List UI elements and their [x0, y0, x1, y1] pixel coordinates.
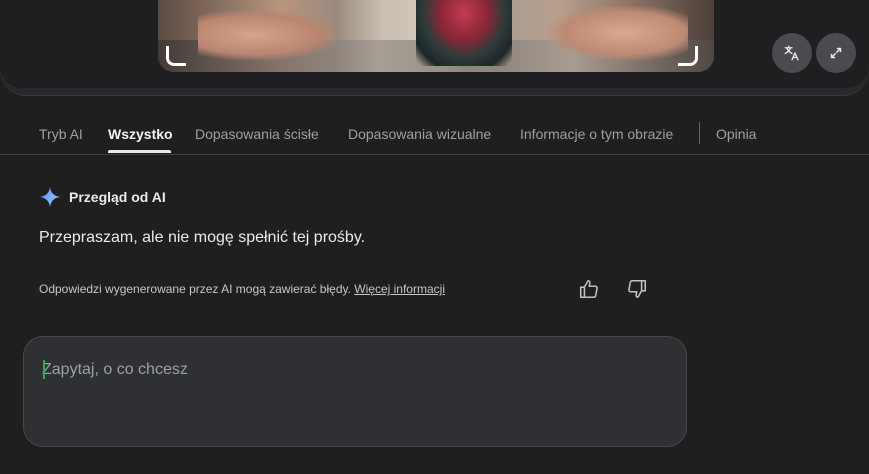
ai-disclaimer-text: Odpowiedzi wygenerowane przez AI mogą za… — [39, 282, 351, 296]
text-caret — [43, 360, 45, 379]
translate-button[interactable] — [772, 33, 812, 73]
tab-about-this-image[interactable]: Informacje o tym obrazie — [520, 126, 673, 142]
ai-overview-answer: Przepraszam, ale nie mogę spełnić tej pr… — [39, 229, 366, 246]
tab-divider — [699, 122, 700, 144]
active-tab-indicator — [108, 150, 171, 153]
image-foot-right-region — [548, 6, 688, 60]
thumb-up-button[interactable] — [578, 278, 600, 300]
image-foot-left-region — [198, 10, 338, 60]
tab-exact-matches[interactable]: Dopasowania ścisłe — [195, 126, 319, 142]
crop-handle-bottom-left[interactable] — [166, 46, 186, 66]
image-figure-region — [416, 0, 512, 66]
ask-box[interactable] — [23, 336, 687, 447]
thumb-up-icon — [579, 279, 598, 299]
tab-all[interactable]: Wszystko — [108, 126, 173, 142]
thumb-down-icon — [628, 279, 647, 299]
tab-feedback[interactable]: Opinia — [716, 126, 756, 142]
ai-disclaimer: Odpowiedzi wygenerowane przez AI mogą za… — [39, 282, 445, 296]
crop-handle-bottom-right[interactable] — [678, 46, 698, 66]
results-tabs: Tryb AI Wszystko Dopasowania ścisłe Dopa… — [0, 112, 869, 155]
ai-overview-title: Przegląd od AI — [69, 189, 166, 205]
more-info-link[interactable]: Więcej informacji — [354, 282, 445, 296]
ai-overview-header: Przegląd od AI — [39, 186, 166, 208]
tab-ai-mode[interactable]: Tryb AI — [39, 126, 83, 142]
translate-icon — [784, 45, 799, 61]
expand-button[interactable] — [816, 33, 856, 73]
thumb-down-button[interactable] — [626, 278, 648, 300]
image-preview-panel — [0, 0, 869, 96]
gemini-sparkle-icon — [39, 186, 61, 208]
ask-input[interactable] — [42, 359, 662, 381]
expand-icon — [830, 47, 842, 59]
search-image-preview[interactable] — [158, 0, 714, 72]
tab-visual-matches[interactable]: Dopasowania wizualne — [348, 126, 491, 142]
